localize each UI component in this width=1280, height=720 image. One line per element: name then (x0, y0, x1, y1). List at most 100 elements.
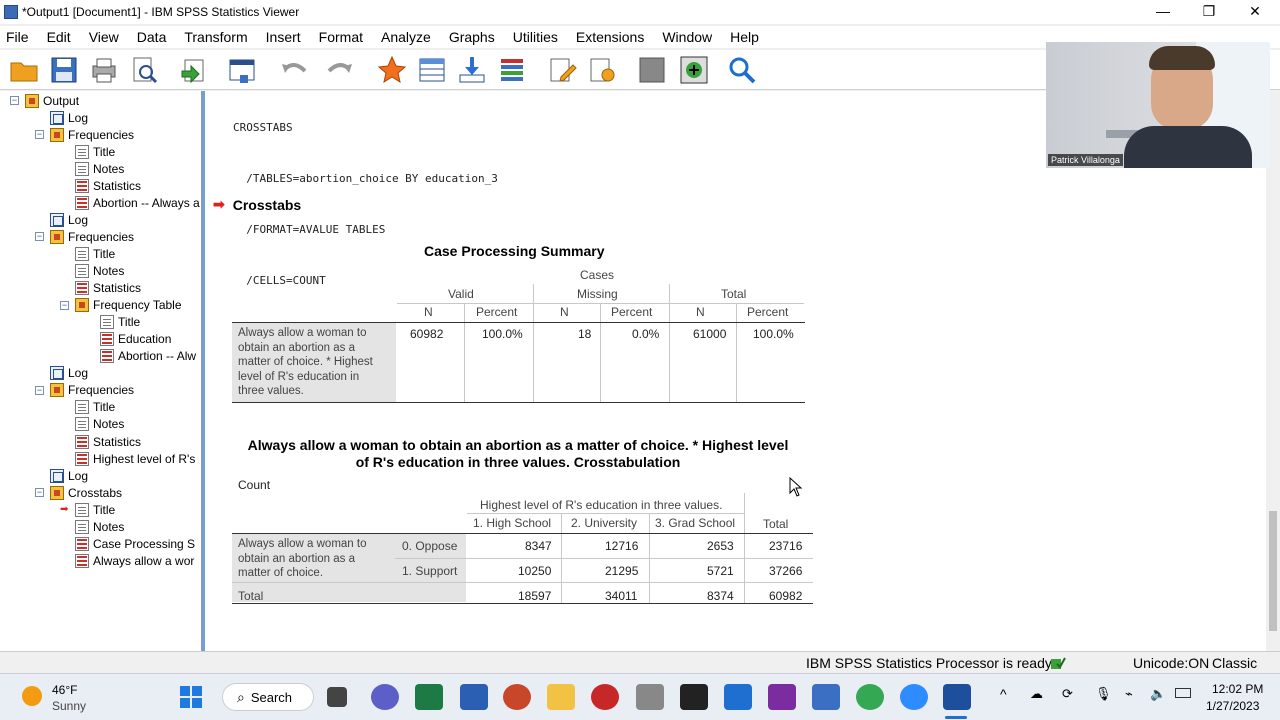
open-folder-icon[interactable] (8, 54, 40, 86)
menu-file[interactable]: File (6, 29, 29, 45)
spss-taskbar-icon[interactable] (943, 684, 971, 710)
tree-item[interactable]: Title (60, 399, 115, 416)
sync-icon[interactable]: ⟳ (1062, 686, 1073, 702)
tree-item[interactable]: − Frequencies (35, 382, 134, 399)
tree-item[interactable]: Abortion -- Alw (85, 348, 196, 365)
tree-item[interactable]: − Frequencies (35, 126, 134, 143)
search-icon[interactable] (726, 54, 758, 86)
word-icon[interactable] (460, 684, 488, 710)
undo-icon[interactable] (278, 54, 310, 86)
designate-window-icon[interactable] (586, 54, 618, 86)
goto-data-icon[interactable] (376, 54, 408, 86)
whiteboard-icon[interactable] (724, 684, 752, 710)
content-scroll-thumb[interactable] (1269, 511, 1277, 631)
tree-item[interactable]: − Frequency Table (60, 297, 182, 314)
recall-dialog-icon[interactable] (226, 54, 258, 86)
tree-item[interactable]: Case Processing S (60, 535, 195, 552)
goto-variable-icon[interactable] (416, 54, 448, 86)
cell-oppose-uni: 12716 (605, 539, 639, 553)
teams-icon[interactable] (371, 684, 399, 710)
tree-item[interactable]: Log (35, 211, 88, 228)
tree-item[interactable]: Highest level of R's (60, 450, 195, 467)
tree-item[interactable]: − Frequencies (35, 228, 134, 245)
tree-expander-icon[interactable]: − (10, 96, 19, 105)
menu-format[interactable]: Format (319, 29, 363, 45)
taskbar-search-box[interactable]: ⌕ Search (222, 683, 314, 711)
tree-expander-icon[interactable]: − (35, 488, 44, 498)
sticky-notes-icon[interactable] (680, 684, 708, 710)
menu-graphs[interactable]: Graphs (449, 29, 495, 45)
zoom-icon[interactable] (900, 684, 928, 710)
cloud-icon[interactable]: ☁ (1030, 686, 1043, 702)
maximize-button[interactable]: ❐ (1186, 0, 1232, 24)
print-preview-icon[interactable] (128, 54, 160, 86)
weather-sun-icon[interactable] (22, 686, 42, 706)
variables-icon[interactable] (496, 54, 528, 86)
tree-item[interactable]: Abortion -- Always a (60, 194, 200, 211)
clock-time[interactable]: 12:02 PM (1212, 682, 1263, 696)
tree-item[interactable]: Notes (60, 416, 124, 433)
menu-help[interactable]: Help (730, 29, 759, 45)
tree-item[interactable]: Always allow a wor (60, 552, 194, 569)
menu-edit[interactable]: Edit (47, 29, 71, 45)
tree-item[interactable]: ➡ Title (60, 501, 115, 518)
menu-analyze[interactable]: Analyze (381, 29, 431, 45)
menu-transform[interactable]: Transform (184, 29, 247, 45)
task-view-icon[interactable] (327, 687, 347, 707)
tree-expander-icon[interactable]: − (35, 385, 44, 395)
menu-view[interactable]: View (89, 29, 119, 45)
insert-cases-icon[interactable] (456, 54, 488, 86)
menu-extensions[interactable]: Extensions (576, 29, 644, 45)
onenote-icon[interactable] (768, 684, 796, 710)
tree-item[interactable]: − Output (10, 92, 79, 109)
minimize-button[interactable]: — (1140, 0, 1186, 24)
tree-item[interactable]: − Crosstabs (35, 484, 122, 501)
tree-item[interactable]: Education (85, 331, 171, 348)
menu-window[interactable]: Window (662, 29, 712, 45)
battery-icon[interactable] (1175, 688, 1191, 698)
hide-icon[interactable] (636, 54, 668, 86)
tree-item[interactable]: Notes (60, 160, 124, 177)
file-explorer-icon[interactable] (547, 684, 575, 710)
tree-item[interactable]: Title (60, 245, 115, 262)
calculator-icon[interactable] (636, 684, 664, 710)
save-icon[interactable] (48, 54, 80, 86)
start-windows-icon[interactable] (180, 686, 202, 708)
tree-item[interactable]: Log (35, 467, 88, 484)
tree-item[interactable]: Notes (60, 518, 124, 535)
tree-item[interactable]: Statistics (60, 177, 141, 194)
powerpoint-icon[interactable] (503, 684, 531, 710)
content-vertical-scrollbar[interactable] (1266, 91, 1280, 651)
chrome-icon[interactable] (856, 684, 884, 710)
show-icon[interactable] (678, 54, 710, 86)
tree-expander-icon[interactable]: − (35, 232, 44, 242)
menu-insert[interactable]: Insert (266, 29, 301, 45)
show-hidden-icons-icon[interactable]: ^ (1000, 686, 1007, 702)
network-icon[interactable]: ⌁ (1125, 686, 1133, 702)
menu-utilities[interactable]: Utilities (513, 29, 558, 45)
print-icon[interactable] (88, 54, 120, 86)
redo-icon[interactable] (324, 54, 356, 86)
tree-item[interactable]: Log (35, 365, 88, 382)
edit-script-icon[interactable] (546, 54, 578, 86)
export-icon[interactable] (178, 54, 210, 86)
microphone-icon[interactable]: 🎙 (1095, 686, 1112, 702)
zotero-icon[interactable] (591, 684, 619, 710)
excel-icon[interactable] (415, 684, 443, 710)
calendar-app-icon[interactable] (812, 684, 840, 710)
weather-desc[interactable]: Sunny (52, 699, 86, 713)
volume-icon[interactable]: 🔈 (1150, 686, 1166, 702)
tree-item[interactable]: Title (85, 314, 140, 331)
close-button[interactable]: ✕ (1232, 0, 1278, 24)
menu-data[interactable]: Data (137, 29, 167, 45)
tree-expander-icon[interactable]: − (35, 130, 44, 140)
tree-expander-icon[interactable]: − (60, 300, 69, 310)
crosstabs-heading[interactable]: ➡ Crosstabs (213, 196, 301, 213)
tree-item[interactable]: Statistics (60, 280, 141, 297)
tree-item[interactable]: Title (60, 143, 115, 160)
weather-temp[interactable]: 46°F (52, 683, 77, 697)
tree-item[interactable]: Notes (60, 263, 124, 280)
tree-item[interactable]: Statistics (60, 433, 141, 450)
tree-item[interactable]: Log (35, 109, 88, 126)
clock-date[interactable]: 1/27/2023 (1206, 699, 1259, 713)
